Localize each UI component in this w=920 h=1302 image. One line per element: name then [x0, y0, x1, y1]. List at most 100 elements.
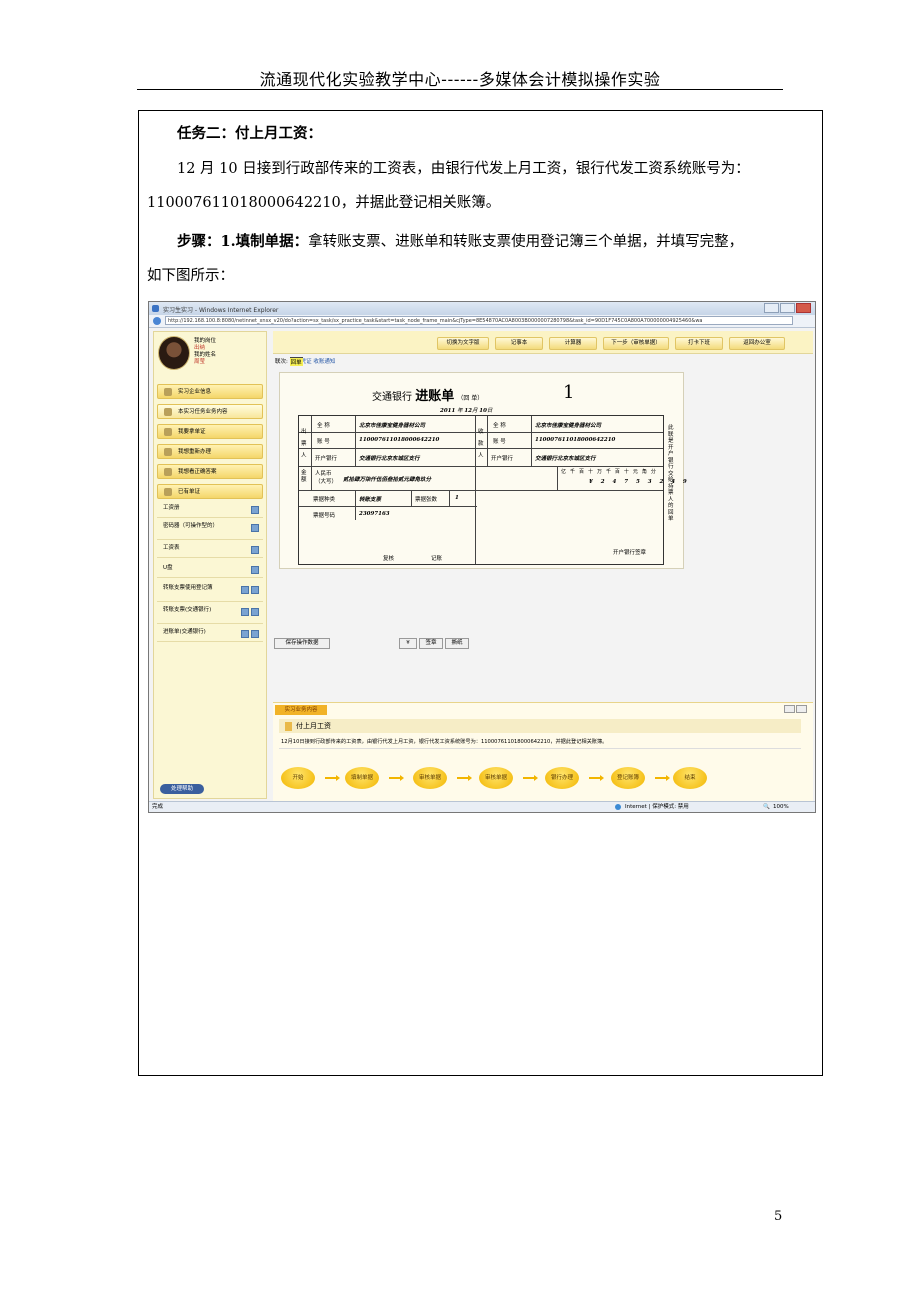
bank-name: 交通银行: [372, 392, 412, 403]
status-zoom[interactable]: 100%: [773, 802, 789, 812]
doc-icon[interactable]: [251, 546, 259, 554]
payer-name[interactable]: 北京市佳康宝健身器材公司: [359, 421, 425, 429]
sign-button[interactable]: 签章: [419, 638, 443, 649]
flow-fill-voucher[interactable]: 填制单据: [345, 767, 379, 789]
nav-label: 我想重新办理: [178, 449, 212, 455]
payer-name-label: 全 称: [317, 423, 330, 429]
flow-arrow: [589, 775, 604, 781]
deposit-slip: 交通银行 进账单 （回 单） 1 2011 年 12月 10日 出票人 收款人 …: [279, 372, 687, 569]
doc-label: 转账支票使用登记簿: [163, 585, 213, 591]
yen-button[interactable]: ¥: [399, 638, 417, 649]
date-day: 10: [479, 408, 487, 414]
check-icon: [164, 427, 172, 436]
doc-icon[interactable]: [241, 630, 249, 638]
slip-title: 进账单: [415, 389, 455, 404]
help-button[interactable]: 处理帮助: [160, 784, 204, 794]
doc-item[interactable]: 转账支票使用登记簿: [157, 582, 263, 602]
digit-headers: 亿 千 百 十 万 千 百 十 元 角 分: [561, 469, 658, 475]
delete-icon[interactable]: [251, 586, 259, 594]
doc-item[interactable]: 密码器（可操作型的）: [157, 520, 263, 540]
payee-bank[interactable]: 交通银行北京东城区支行: [535, 454, 596, 462]
copy-tabs: 联次: 回单 贷方凭证 收账通知: [275, 357, 335, 366]
calculator-button[interactable]: 计算器: [549, 337, 597, 350]
avatar: [158, 336, 190, 370]
ticket-count[interactable]: 1: [455, 495, 459, 501]
payee-account[interactable]: 11000761101800064221​0: [535, 437, 615, 443]
save-data-button[interactable]: 保存操作数据: [274, 638, 330, 649]
top-toolbar: 切换为文字版 记事本 计算器 下一步（审核单据） 打卡下班 返回办公室: [273, 331, 813, 354]
delete-icon[interactable]: [251, 608, 259, 616]
date-year: 2011: [440, 408, 456, 414]
notepad-button[interactable]: 记事本: [495, 337, 543, 350]
nav-task-content[interactable]: 本实习任务业务内容: [157, 404, 263, 419]
doc-item[interactable]: U盘: [157, 562, 263, 578]
flow-end[interactable]: 结束: [673, 767, 707, 789]
nav-get-voucher[interactable]: 我要拿单证: [157, 424, 263, 439]
tabs-prefix: 联次:: [275, 359, 288, 365]
doc-label: 进账单(交通银行): [163, 629, 206, 635]
clock-out-button[interactable]: 打卡下班: [675, 337, 723, 350]
doc-item[interactable]: 工资表: [157, 542, 263, 558]
tear-button[interactable]: 撕纸: [445, 638, 469, 649]
slip-side-note: 此联是开户银行交给持票人的回单: [668, 425, 674, 522]
payer-account[interactable]: 11000761101800064221​0: [359, 437, 439, 443]
nav-answer[interactable]: 我想看正确答案: [157, 464, 263, 479]
payer-bank[interactable]: 交通银行北京东城区支行: [359, 454, 420, 462]
answer-icon: [164, 467, 172, 476]
amount-in-words[interactable]: 贰拾肆万柒仟伍佰叁拾贰元肆角玖分: [343, 475, 431, 483]
nav-company-info[interactable]: 实习企业信息: [157, 384, 263, 399]
status-zone: Internet | 保护模式: 禁用: [625, 804, 689, 810]
doc-icon[interactable]: [241, 586, 249, 594]
back-icon[interactable]: [153, 317, 161, 325]
doc-icon[interactable]: [241, 608, 249, 616]
tab-receipt[interactable]: 回单: [289, 357, 303, 366]
task-doc-icon: [285, 721, 292, 731]
amount-label: 金额: [301, 470, 307, 483]
flow-review-1[interactable]: 审核单据: [413, 767, 447, 789]
nav-label: 我想看正确答案: [178, 469, 217, 475]
ticket-type[interactable]: 转账支票: [359, 495, 381, 503]
doc-icon[interactable]: [251, 566, 259, 574]
flow-arrow: [655, 775, 670, 781]
flow-start[interactable]: 开始: [281, 767, 315, 789]
date-m-label: 月: [471, 408, 478, 414]
minimize-icon[interactable]: [764, 303, 779, 313]
ticket-type-label: 票据种类: [313, 497, 336, 503]
return-office-button[interactable]: 返回办公室: [729, 337, 785, 350]
nav-label: 我要拿单证: [178, 429, 206, 435]
url-field[interactable]: http://192.168.100.8:8080/netinnet_xnsx_…: [165, 316, 793, 325]
doc-item[interactable]: 转账支票(交通银行): [157, 604, 263, 624]
close-icon[interactable]: [796, 303, 811, 313]
panel-restore-icon[interactable]: [796, 705, 807, 713]
task-description: 12月10日接到行政部传来的工资表，由银行代发上月工资，银行代发工资系统账号为：…: [281, 739, 608, 745]
nav-existing-vouchers[interactable]: 已有单证: [157, 484, 263, 499]
toggle-text-button[interactable]: 切换为文字版: [437, 337, 489, 350]
task-heading-text: 付上月工资: [296, 722, 331, 730]
nav-redo[interactable]: 我想重新办理: [157, 444, 263, 459]
maximize-icon[interactable]: [780, 303, 795, 313]
doc-icon[interactable]: [251, 524, 259, 532]
browser-statusbar: 完成 Internet | 保护模式: 禁用 🔍 100%: [149, 801, 815, 812]
tab-collection-notice[interactable]: 收账通知: [313, 359, 335, 365]
step-line: 步骤：1.填制单据：拿转账支票、进账单和转账支票使用登记簿三个单据，并填写完整，: [177, 232, 845, 252]
task-panel-tab[interactable]: 实习业务内容: [275, 705, 327, 715]
payee-account-label: 账 号: [493, 439, 506, 445]
ticket-no[interactable]: 23097163: [359, 511, 390, 517]
payee-bank-label: 开户银行: [491, 456, 514, 462]
step-label: 步骤：1.填制单据：: [177, 233, 309, 250]
refresh-icon: [164, 447, 172, 456]
doc-item[interactable]: 工资册: [157, 502, 263, 518]
header-rule: [137, 89, 783, 90]
step-text: 拿转账支票、进账单和转账支票使用登记簿三个单据，并填写完整，: [308, 234, 744, 250]
flow-bank[interactable]: 银行办理: [545, 767, 579, 789]
doc-icon[interactable]: [251, 506, 259, 514]
flow-review-2[interactable]: 审核单据: [479, 767, 513, 789]
zoom-icon[interactable]: 🔍: [763, 802, 770, 812]
next-step-button[interactable]: 下一步（审核单据）: [603, 337, 669, 350]
delete-icon[interactable]: [251, 630, 259, 638]
payee-name[interactable]: 北京市佳康宝健身器材公司: [535, 421, 601, 429]
flow-ledger[interactable]: 登记账簿: [611, 767, 645, 789]
doc-item[interactable]: 进账单(交通银行): [157, 626, 263, 642]
panel-minimize-icon[interactable]: [784, 705, 795, 713]
paragraph-line-2: 11000761101800064221​0，并据此登记相关账簿。: [147, 195, 501, 211]
